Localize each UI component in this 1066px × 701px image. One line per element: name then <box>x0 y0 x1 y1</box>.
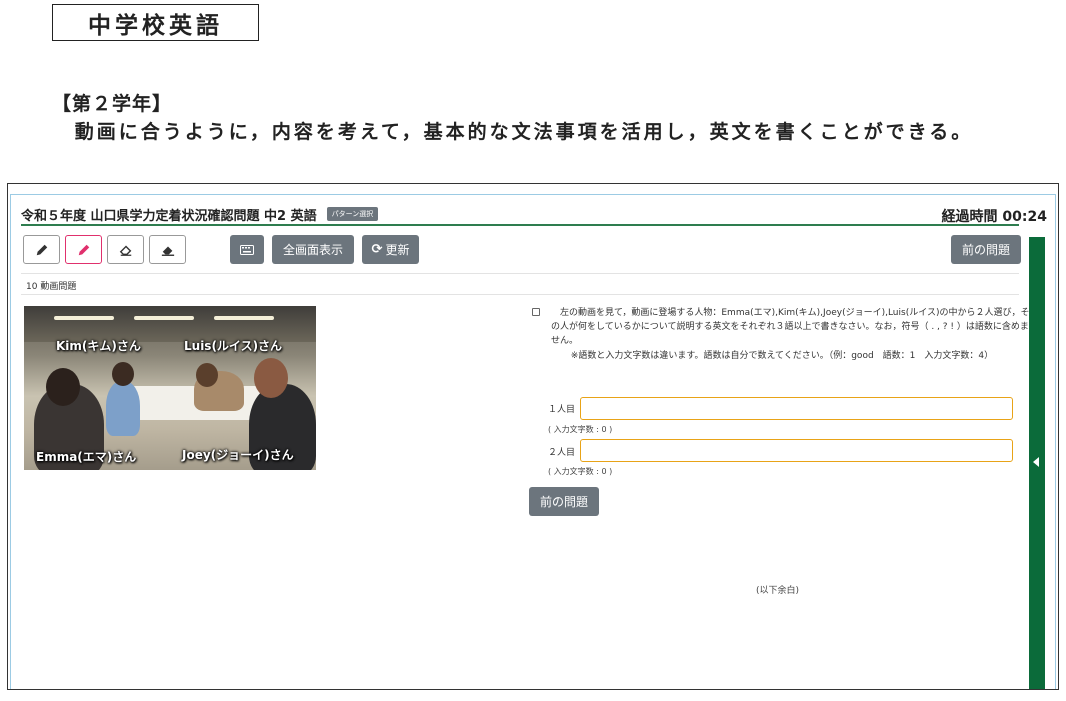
app-window: 令和５年度 山口県学力定着状況確認問題 中2 英語 パターン選択 経過時間 00… <box>10 194 1056 689</box>
answer1-label: １人目 <box>548 405 576 415</box>
side-panel-toggle[interactable] <box>1029 237 1045 689</box>
drawing-toolbar <box>23 235 191 265</box>
refresh-icon: ⟳ <box>371 242 383 257</box>
question-label: 10 動画問題 <box>21 273 1019 295</box>
answer1-char-count: ( 入力文字数 : 0 ) <box>548 425 613 434</box>
refresh-button[interactable]: ⟳ 更新 <box>362 235 419 264</box>
answer2-label: ２人目 <box>548 448 576 458</box>
answer2-char-count: ( 入力文字数 : 0 ) <box>548 467 613 476</box>
eraser-button[interactable] <box>107 235 144 264</box>
video-head-kim <box>112 362 134 386</box>
pen-red-button[interactable] <box>65 235 102 264</box>
prev-question-button[interactable]: 前の問題 <box>529 487 599 516</box>
video-person-kim <box>106 381 140 436</box>
eraser-all-button[interactable] <box>149 235 186 264</box>
app-header: 令和５年度 山口県学力定着状況確認問題 中2 英語 パターン選択 経過時間 00… <box>21 204 1047 226</box>
question-text: 左の動画を見て，動画に登場する人物：Emma(エマ),Kim(キム),Joey(… <box>551 308 1030 346</box>
video-head-joey <box>254 358 288 398</box>
grade-heading: 【第２学年】 <box>52 93 173 115</box>
prev-question-button-top[interactable]: 前の問題 <box>951 235 1021 264</box>
keyboard-icon <box>240 244 254 255</box>
app-screenshot-frame: 令和５年度 山口県学力定着状況確認問題 中2 英語 パターン選択 経過時間 00… <box>7 183 1059 690</box>
task-description: 動画に合うように，内容を考えて，基本的な文法事項を活用し，英文を書くことができる… <box>74 121 974 143</box>
video-label-kim: Kim(キム)さん <box>56 339 141 353</box>
remaining-blank-note: (以下余白) <box>756 586 800 596</box>
arrow-left-icon <box>1033 457 1039 467</box>
keyboard-button[interactable] <box>230 235 264 264</box>
subject-title: 中学校英語 <box>52 4 259 41</box>
video-light <box>54 316 114 320</box>
video-head-emma <box>46 368 80 406</box>
video-light <box>134 316 194 320</box>
video-light <box>214 316 274 320</box>
video-label-luis: Luis(ルイス)さん <box>184 339 283 353</box>
eraser-all-icon <box>161 246 174 256</box>
video-label-joey: Joey(ジョーイ)さん <box>182 448 294 462</box>
refresh-label: 更新 <box>385 243 410 257</box>
pencil-icon <box>36 244 47 255</box>
app-title: 令和５年度 山口県学力定着状況確認問題 中2 英語 <box>21 208 317 224</box>
elapsed-time: 経過時間 00:24 <box>941 209 1047 225</box>
pattern-select-badge[interactable]: パターン選択 <box>326 207 379 221</box>
answer2-input[interactable] <box>580 439 1013 462</box>
video-player[interactable]: Kim(キム)さん Luis(ルイス)さん Emma(エマ)さん Joey(ジョ… <box>24 306 316 470</box>
answer1-input[interactable] <box>580 397 1013 420</box>
video-label-emma: Emma(エマ)さん <box>36 450 137 464</box>
video-head-luis <box>196 363 218 387</box>
fullscreen-button[interactable]: 全画面表示 <box>272 235 354 264</box>
question-checkbox[interactable] <box>532 308 540 316</box>
pen-black-button[interactable] <box>23 235 60 264</box>
question-note: ※語数と入力文字数は違います。語数は自分で数えてください。（例：good 語数：… <box>570 351 994 361</box>
pencil-red-icon <box>78 244 89 255</box>
eraser-icon <box>119 245 131 256</box>
